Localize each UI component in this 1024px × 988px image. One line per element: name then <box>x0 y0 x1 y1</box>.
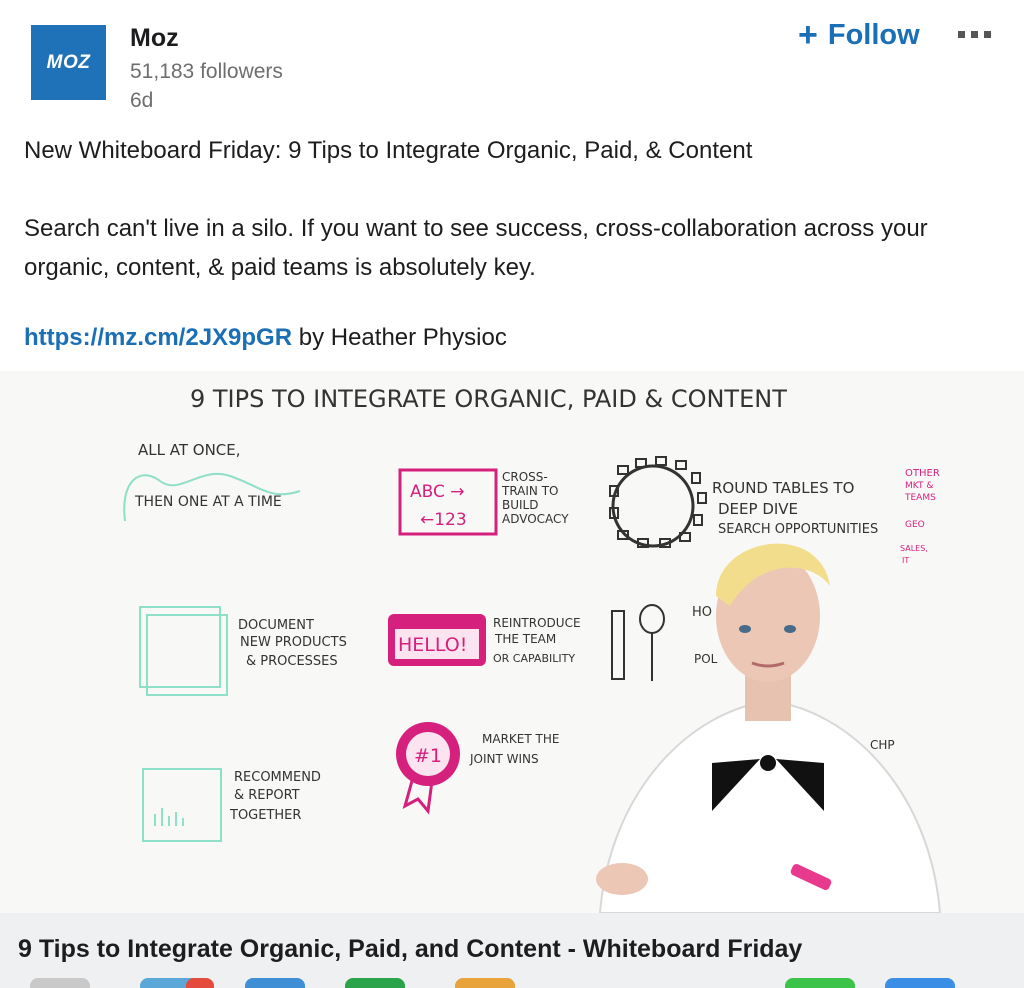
tip3-side6: IT <box>902 556 909 565</box>
dock-item <box>885 978 955 988</box>
more-dot <box>984 30 991 38</box>
tip5-line1: REINTRODUCE <box>493 616 581 630</box>
tip2-line2: TRAIN TO <box>501 484 559 498</box>
follower-count: 51,183 followers <box>130 60 283 83</box>
dock-item <box>345 978 405 988</box>
tip8-line2: & REPORT <box>234 788 300 803</box>
dock-badge <box>186 978 214 988</box>
tip4-line1: DOCUMENT <box>238 618 314 633</box>
dock-item <box>455 978 515 988</box>
more-dot <box>958 30 965 38</box>
tip6-line2: POL <box>694 652 718 666</box>
tip2-line1: CROSS- <box>502 470 548 484</box>
post-link-suffix: by Heather Physioc <box>292 324 507 351</box>
tip4-line2: NEW PRODUCTS <box>240 635 347 650</box>
tip8-line1: RECOMMEND <box>234 770 321 785</box>
tip7-ribbon-text: #1 <box>414 745 442 767</box>
tip4-line3: & PROCESSES <box>246 654 338 669</box>
follow-button[interactable]: + Follow <box>798 15 920 55</box>
tip1-line1: ALL AT ONCE, <box>138 441 241 459</box>
tip3-line3: SEARCH OPPORTUNITIES <box>718 522 878 537</box>
link-preview-title[interactable]: 9 Tips to Integrate Organic, Paid, and C… <box>18 935 802 964</box>
tip3-side1: OTHER <box>905 468 940 479</box>
dock-item <box>30 978 90 988</box>
tip1-line2: THEN ONE AT A TIME <box>134 494 282 510</box>
tip7-line2: JOINT WINS <box>469 752 539 766</box>
tip8-line3: TOGETHER <box>229 808 301 823</box>
plus-icon: + <box>798 16 818 54</box>
dock-item <box>785 978 855 988</box>
video-thumbnail[interactable]: 9 TIPS TO INTEGRATE ORGANIC, PAID & CONT… <box>0 371 1024 913</box>
whiteboard-image: 9 TIPS TO INTEGRATE ORGANIC, PAID & CONT… <box>0 371 1024 913</box>
whiteboard-heading: 9 TIPS TO INTEGRATE ORGANIC, PAID & CONT… <box>190 385 787 413</box>
tip9-fragment: CHP <box>870 738 895 752</box>
post-header: MOZ Moz 51,183 followers 6d + Follow <box>0 0 1024 120</box>
post-link-line: https://mz.cm/2JX9pGR by Heather Physioc <box>24 324 507 352</box>
tip3-line2: DEEP DIVE <box>718 500 798 518</box>
post-link[interactable]: https://mz.cm/2JX9pGR <box>24 324 292 351</box>
tip2-box-bottom: ←123 <box>420 510 467 530</box>
tip5-line2: THE TEAM <box>494 632 556 646</box>
tip3-side2: MKT & <box>905 481 933 491</box>
post-title: New Whiteboard Friday: 9 Tips to Integra… <box>24 137 753 164</box>
logo-text: MOZ <box>46 51 91 73</box>
tip2-line4: ADVOCACY <box>502 512 569 526</box>
tip7-line1: MARKET THE <box>482 732 559 746</box>
tip2-line3: BUILD <box>502 498 538 512</box>
tip5-badge-text: HELLO! <box>398 634 467 656</box>
dock-item <box>245 978 305 988</box>
post-body: Search can't live in a silo. If you want… <box>24 215 928 281</box>
tip2-box-top: ABC → <box>410 482 465 502</box>
post-timestamp: 6d <box>130 89 154 112</box>
tip3-side5: SALES, <box>900 544 928 553</box>
tip6-line1: HO <box>692 605 712 620</box>
more-dot <box>971 30 978 38</box>
author-name[interactable]: Moz <box>130 24 179 53</box>
tip5-line3: OR CAPABILITY <box>493 652 575 665</box>
dock-strip <box>0 972 1024 988</box>
tip3-side3: TEAMS <box>904 493 936 503</box>
follow-label: Follow <box>827 18 920 51</box>
moz-logo-avatar[interactable]: MOZ <box>31 25 106 100</box>
tip3-line1: ROUND TABLES TO <box>712 479 854 497</box>
more-icon[interactable] <box>958 26 998 42</box>
tip3-side4: GEO <box>905 520 925 530</box>
